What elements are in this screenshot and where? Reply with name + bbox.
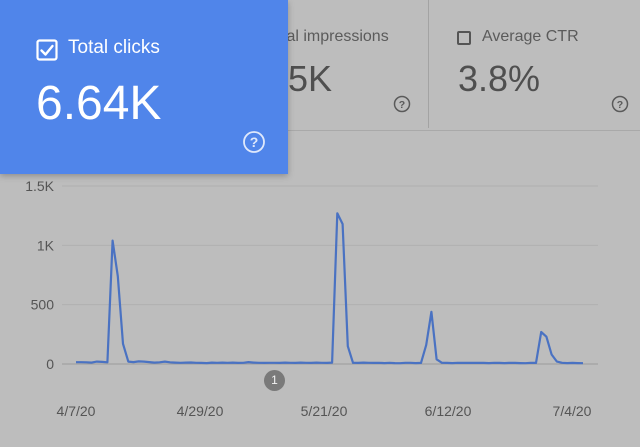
y-tick-label: 1.5K xyxy=(25,178,54,194)
x-tick-label: 7/4/20 xyxy=(553,403,592,419)
y-tick-label: 0 xyxy=(46,356,54,372)
help-icon[interactable]: ? xyxy=(242,130,266,154)
total-clicks-card[interactable]: Total clicks 6.64K ? xyxy=(0,0,288,174)
help-glyph: ? xyxy=(250,134,259,150)
x-axis-ticks: 4/7/20 4/29/20 5/21/20 6/12/20 7/4/20 xyxy=(57,403,592,419)
x-tick-label: 4/29/20 xyxy=(177,403,224,419)
y-tick-label: 1K xyxy=(37,237,55,253)
y-tick-label: 500 xyxy=(31,297,55,313)
x-tick-label: 6/12/20 xyxy=(425,403,472,419)
checkbox-checked-icon[interactable] xyxy=(36,39,58,61)
total-clicks-label: Total clicks xyxy=(68,37,160,58)
x-tick-label: 4/7/20 xyxy=(57,403,96,419)
chart-grid xyxy=(62,185,598,365)
y-axis-ticks: 0 500 1K 1.5K xyxy=(25,178,54,372)
clicks-series-line xyxy=(76,212,584,365)
total-clicks-value: 6.64K xyxy=(36,77,162,130)
x-tick-label: 5/21/20 xyxy=(301,403,348,419)
chart-series xyxy=(76,212,584,365)
annotation-marker[interactable]: 1 xyxy=(264,370,285,391)
